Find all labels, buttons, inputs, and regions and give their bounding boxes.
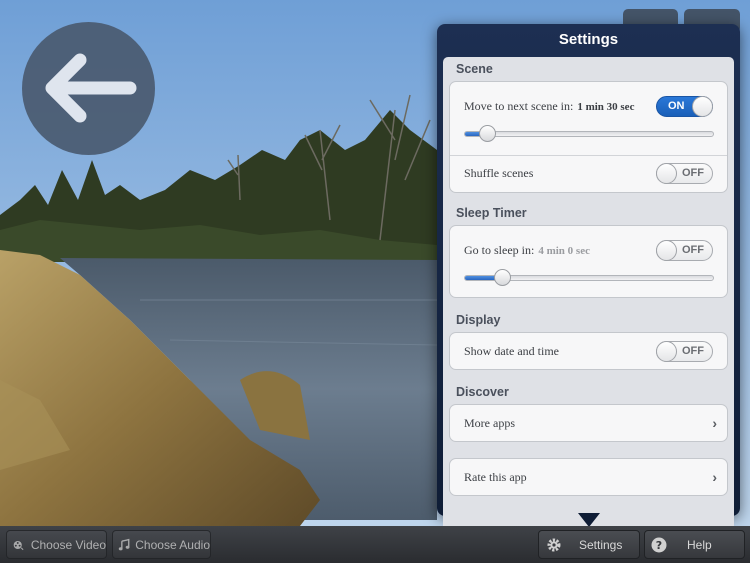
toggle-knob xyxy=(656,240,677,261)
settings-popover-title: Settings xyxy=(558,31,619,48)
section-header-discover: Discover xyxy=(456,385,509,399)
chevron-right-icon: › xyxy=(712,415,717,431)
next-scene-slider[interactable] xyxy=(464,125,714,142)
sleep-slider-thumb[interactable] xyxy=(494,269,512,286)
left-arrow-icon xyxy=(45,53,137,123)
toggle-knob xyxy=(656,163,677,184)
svg-text:?: ? xyxy=(656,539,662,552)
gear-icon xyxy=(547,538,561,551)
more-apps-label: More apps xyxy=(464,416,515,430)
bottom-toolbar: Choose Video Choose Audio Settings ? Hel… xyxy=(0,526,750,563)
next-scene-toggle[interactable]: ON xyxy=(656,96,713,117)
next-scene-label: Move to next scene in: xyxy=(464,99,574,113)
next-scene-slider-thumb[interactable] xyxy=(479,125,497,142)
settings-list[interactable]: Scene Move to next scene in: 1 min 30 sec… xyxy=(443,57,734,540)
chevron-right-icon: › xyxy=(712,469,717,485)
divider xyxy=(450,155,727,156)
popover-arrow xyxy=(578,513,600,527)
rate-app-row[interactable]: Rate this app › xyxy=(449,458,728,496)
sleep-timer-toggle[interactable]: OFF xyxy=(656,240,713,261)
next-scene-row-label: Move to next scene in: 1 min 30 sec xyxy=(464,99,634,114)
settings-popover: Settings Scene Move to next scene in: 1 m… xyxy=(437,24,740,540)
sleep-slider[interactable] xyxy=(464,269,714,286)
shuffle-scenes-label: Shuffle scenes xyxy=(464,166,534,180)
sleep-row-label: Go to sleep in: 4 min 0 sec xyxy=(464,243,590,258)
section-header-sleep-timer: Sleep Timer xyxy=(456,206,527,220)
sleep-timer-toggle-label: OFF xyxy=(682,244,704,256)
choose-video-label: Choose Video xyxy=(30,537,106,552)
sleep-value: 4 min 0 sec xyxy=(538,245,590,257)
toggle-knob xyxy=(656,341,677,362)
music-note-icon xyxy=(118,538,130,550)
toggle-knob xyxy=(692,96,713,117)
sleep-timer-group: Go to sleep in: 4 min 0 sec OFF xyxy=(449,225,728,298)
choose-audio-label: Choose Audio xyxy=(135,537,210,552)
next-scene-toggle-label: ON xyxy=(668,100,685,112)
choose-video-button[interactable]: Choose Video xyxy=(6,530,107,559)
more-apps-row[interactable]: More apps › xyxy=(449,404,728,442)
help-icon: ? xyxy=(651,537,667,552)
help-label: Help xyxy=(687,537,712,552)
section-header-scene: Scene xyxy=(456,62,493,76)
next-scene-value: 1 min 30 sec xyxy=(577,101,635,113)
date-time-label: Show date and time xyxy=(464,344,559,358)
choose-audio-button[interactable]: Choose Audio xyxy=(112,530,211,559)
help-button[interactable]: ? Help xyxy=(644,530,745,559)
film-reel-icon xyxy=(13,540,24,550)
date-time-toggle[interactable]: OFF xyxy=(656,341,713,362)
settings-button[interactable]: Settings xyxy=(538,530,640,559)
rate-app-label: Rate this app xyxy=(464,470,527,484)
section-header-display: Display xyxy=(456,313,501,327)
scene-group: Move to next scene in: 1 min 30 sec ON Sh… xyxy=(449,81,728,193)
shuffle-scenes-toggle[interactable]: OFF xyxy=(656,163,713,184)
date-time-toggle-label: OFF xyxy=(682,345,704,357)
back-button[interactable] xyxy=(22,22,155,155)
sleep-label: Go to sleep in: xyxy=(464,243,535,257)
settings-label: Settings xyxy=(579,537,623,552)
shuffle-scenes-toggle-label: OFF xyxy=(682,167,704,179)
display-group: Show date and time OFF xyxy=(449,332,728,370)
